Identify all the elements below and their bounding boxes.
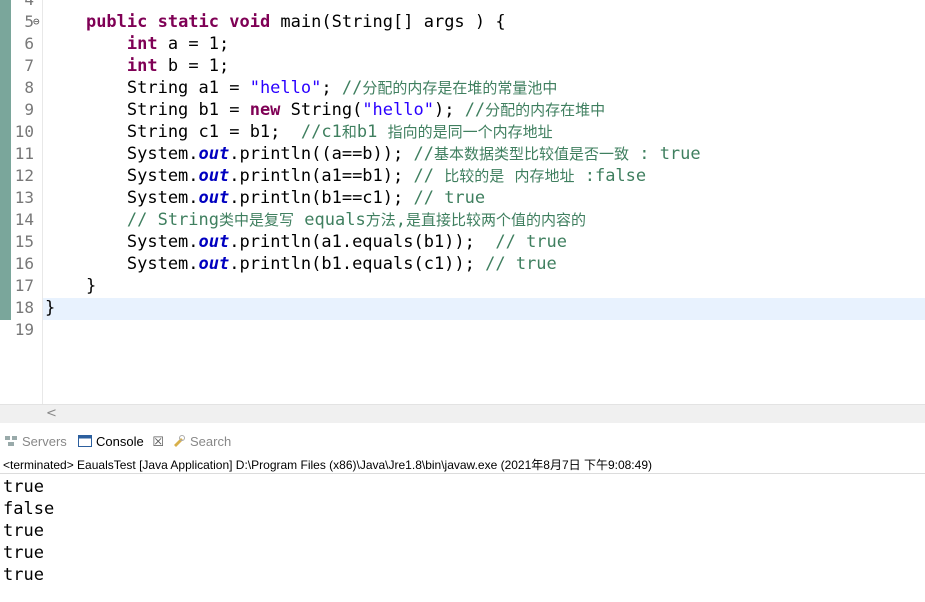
line-number: 14 — [14, 210, 34, 229]
tab-servers-label: Servers — [22, 434, 67, 449]
line-number: 4 — [12, 0, 34, 11]
code-text: String a1 = "hello"; //分配的内存是在堆的常量池中 — [45, 78, 558, 98]
line-number: 17 — [14, 276, 34, 295]
line-number: 11 — [14, 144, 34, 163]
console-line: true — [3, 565, 44, 585]
horizontal-scrollbar[interactable]: < — [0, 404, 925, 423]
code-text: System.out.println(b1.equals(c1)); // tr… — [45, 254, 557, 274]
line-number: 9 — [24, 100, 34, 119]
code-text: } — [45, 298, 56, 318]
line-number: 16 — [14, 254, 34, 273]
line-number: 15 — [14, 232, 34, 251]
line-number: 19 — [14, 320, 34, 339]
console-line: true — [3, 543, 44, 563]
code-text: System.out.println(b1==c1); // true — [45, 188, 486, 208]
line-number: 18 — [14, 298, 34, 317]
scroll-left-icon[interactable]: < — [46, 405, 57, 423]
code-text: String b1 = new String("hello"); //分配的内存… — [45, 100, 606, 120]
line-number: 6 — [24, 34, 34, 53]
console-status-bar: <terminated> EaualsTest [Java Applicatio… — [0, 456, 925, 474]
servers-icon — [5, 436, 17, 446]
console-line: true — [3, 521, 44, 541]
tab-console[interactable]: Console ☒ — [78, 428, 164, 456]
code-text: System.out.println((a==b)); //基本数据类型比较值是… — [45, 144, 701, 164]
code-text: // String类中是复写 equals方法,是直接比较两个值的内容的 — [126, 210, 586, 230]
line-number: 5 — [24, 12, 34, 31]
gutter-separator — [42, 0, 43, 404]
tab-search[interactable]: Search — [172, 428, 231, 456]
code-text: String c1 = b1; //c1和b1 指向的是同一个内存地址 — [45, 122, 553, 142]
line-number: 12 — [14, 166, 34, 185]
line-number: 8 — [24, 78, 34, 97]
tab-servers[interactable]: Servers — [4, 428, 67, 456]
console-line: true — [3, 477, 44, 497]
line-number: 10 — [14, 122, 34, 141]
close-icon[interactable]: ☒ — [152, 434, 164, 449]
code-text: int b = 1; — [126, 56, 230, 76]
fold-toggle-icon[interactable]: ⊖ — [33, 11, 40, 33]
console-output[interactable]: true false true true true — [3, 476, 54, 586]
search-icon — [174, 435, 185, 447]
tab-search-label: Search — [190, 434, 232, 449]
current-line-highlight — [43, 298, 925, 320]
console-icon — [78, 435, 92, 447]
line-number: 7 — [24, 56, 34, 75]
code-text: System.out.println(a1.equals(b1)); // tr… — [45, 232, 568, 252]
line-number: 13 — [14, 188, 34, 207]
code-text: public static void main(String[] args ) … — [85, 12, 506, 32]
code-text: } — [45, 276, 97, 296]
code-editor[interactable]: 45⊖ public static void main(String[] arg… — [0, 0, 925, 404]
console-line: false — [3, 499, 55, 519]
overview-ruler — [0, 0, 11, 320]
tab-console-label: Console — [96, 434, 144, 449]
code-text: System.out.println(a1==b1); // 比较的是 内存地址… — [45, 166, 647, 186]
views-tab-bar: Servers Console ☒ Search — [0, 428, 925, 456]
code-text: int a = 1; — [126, 34, 230, 54]
